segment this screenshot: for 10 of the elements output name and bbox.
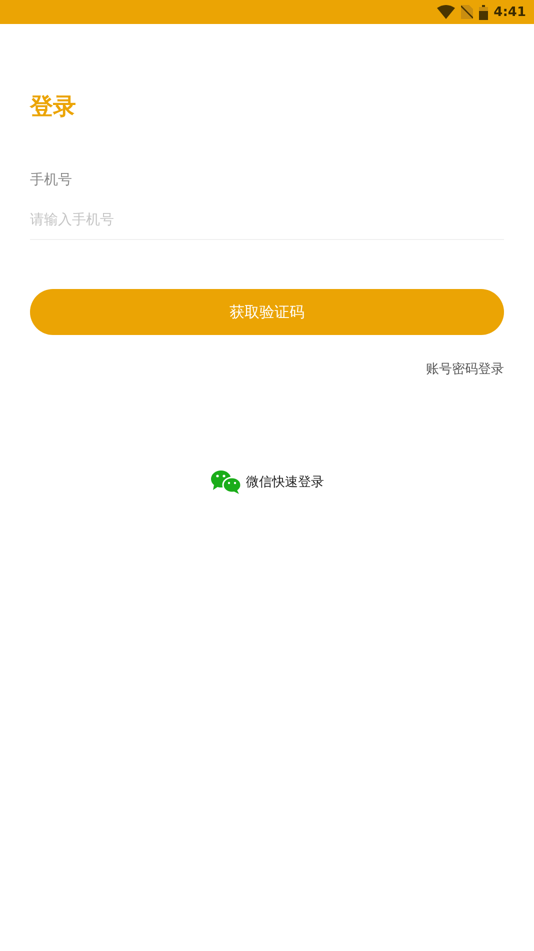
wifi-icon	[436, 5, 455, 19]
phone-input-field[interactable]: 请输入手机号	[30, 210, 504, 240]
chat-bubbles-icon	[210, 469, 242, 495]
no-sim-icon	[460, 5, 473, 19]
page-title: 登录	[30, 93, 77, 122]
battery-icon	[478, 4, 488, 20]
clock-time: 4:41	[494, 4, 526, 20]
password-login-link[interactable]: 账号密码登录	[426, 361, 504, 379]
field-label: 手机号	[30, 171, 73, 190]
wechat-login-button[interactable]: 微信快速登录	[210, 469, 324, 495]
